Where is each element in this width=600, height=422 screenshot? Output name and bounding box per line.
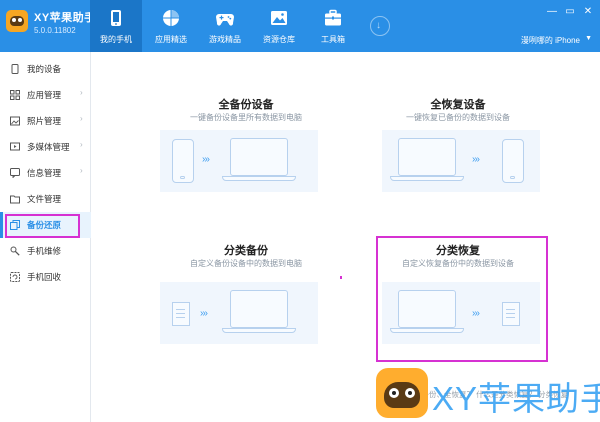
tab-my-phone[interactable]: 我的手机 bbox=[90, 0, 142, 52]
wrench-icon bbox=[10, 246, 20, 256]
sidebar-item-app-manage[interactable]: 应用管理 › bbox=[0, 82, 91, 108]
watermark-brand: XY苹果助手 bbox=[432, 380, 600, 417]
tab-label: 应用精选 bbox=[155, 35, 187, 44]
top-header: XY苹果助手 5.0.0.11802 我的手机 应用精选 游戏精品 资源仓库 工… bbox=[0, 0, 600, 52]
sidebar-item-label: 我的设备 bbox=[27, 64, 62, 74]
app-logo-icon bbox=[6, 10, 28, 32]
tab-game-picks[interactable]: 游戏精品 bbox=[199, 0, 251, 52]
sidebar-item-label: 应用管理 bbox=[27, 90, 62, 100]
sidebar-item-info-manage[interactable]: 信息管理 › bbox=[0, 160, 91, 186]
sidebar-item-phone-recycle[interactable]: 手机回收 bbox=[0, 264, 91, 290]
arrow-right-icon: ››› bbox=[200, 308, 208, 319]
highlight-box bbox=[376, 236, 548, 362]
backup-illustration: ››› bbox=[160, 130, 318, 192]
chevron-right-icon: › bbox=[80, 88, 83, 97]
sidebar-item-label: 照片管理 bbox=[27, 116, 62, 126]
tab-app-picks[interactable]: 应用精选 bbox=[145, 0, 197, 52]
watermark-logo-icon bbox=[376, 368, 428, 418]
sidebar-item-photo-manage[interactable]: 照片管理 › bbox=[0, 108, 91, 134]
laptop-icon bbox=[398, 138, 456, 176]
card-title: 全备份设备 bbox=[218, 99, 274, 111]
grid-icon bbox=[10, 90, 20, 100]
chevron-right-icon: › bbox=[80, 140, 83, 149]
sidebar-item-phone-repair[interactable]: 手机维修 bbox=[0, 238, 91, 264]
sidebar-item-file-manage[interactable]: 文件管理 bbox=[0, 186, 91, 212]
chevron-right-icon: › bbox=[80, 114, 83, 123]
chevron-right-icon: › bbox=[80, 166, 83, 175]
highlight-box bbox=[5, 214, 80, 238]
laptop-icon bbox=[230, 138, 288, 176]
phone-icon bbox=[502, 139, 524, 183]
gamepad-icon bbox=[216, 14, 234, 26]
sidebar-item-my-device[interactable]: 我的设备 bbox=[0, 56, 91, 82]
device-selector[interactable]: 漫咧哪的 iPhone bbox=[521, 35, 580, 46]
arrow-right-icon: ››› bbox=[472, 154, 480, 165]
restore-illustration: ››› bbox=[382, 130, 540, 192]
tab-label: 资源仓库 bbox=[263, 35, 295, 44]
sidebar-item-label: 文件管理 bbox=[27, 194, 62, 204]
sidebar-item-label: 手机维修 bbox=[27, 246, 62, 256]
card-title: 分类备份 bbox=[224, 245, 268, 257]
app-version: 5.0.0.11802 bbox=[34, 26, 76, 35]
marker-dot bbox=[340, 276, 342, 279]
card-desc: 一键备份设备里所有数据到电脑 bbox=[190, 113, 302, 122]
card-title: 全恢复设备 bbox=[430, 99, 486, 111]
photo-icon bbox=[10, 116, 20, 126]
category-backup-illustration: ››› bbox=[160, 282, 318, 344]
arrow-right-icon: ››› bbox=[202, 154, 210, 165]
sidebar-item-label: 信息管理 bbox=[27, 168, 62, 178]
media-icon bbox=[10, 142, 20, 151]
document-icon bbox=[172, 302, 190, 326]
card-desc: 一键恢复已备份的数据到设备 bbox=[406, 113, 510, 122]
folder-icon bbox=[10, 195, 20, 204]
phone-icon bbox=[172, 139, 194, 183]
phone-icon bbox=[111, 10, 121, 26]
backup-restore-panel: 全备份设备 一键备份设备里所有数据到电脑 ››› 全恢复设备 一键恢复已备份的数… bbox=[92, 52, 600, 422]
download-button[interactable]: ↓ bbox=[370, 16, 390, 36]
toolbox-icon bbox=[325, 9, 341, 26]
message-icon bbox=[10, 168, 20, 178]
tab-label: 我的手机 bbox=[100, 35, 132, 44]
arrow-down-icon: ↓ bbox=[376, 20, 381, 31]
recycle-icon bbox=[10, 272, 20, 282]
restore-button[interactable]: ▭ bbox=[564, 6, 576, 18]
sidebar-item-media-manage[interactable]: 多媒体管理 › bbox=[0, 134, 91, 160]
chevron-down-icon[interactable]: ▼ bbox=[585, 35, 592, 42]
tab-label: 游戏精品 bbox=[209, 35, 241, 44]
card-desc: 自定义备份设备中的数据到电脑 bbox=[190, 259, 302, 268]
sidebar-item-label: 多媒体管理 bbox=[27, 142, 70, 152]
tab-resources[interactable]: 资源仓库 bbox=[253, 0, 305, 52]
laptop-icon bbox=[230, 290, 288, 328]
tab-label: 工具箱 bbox=[321, 35, 345, 44]
minimize-button[interactable]: — bbox=[546, 6, 558, 18]
tab-toolbox[interactable]: 工具箱 bbox=[307, 0, 359, 52]
pie-chart-icon bbox=[163, 10, 179, 26]
phone-icon bbox=[11, 64, 19, 74]
app-title: XY苹果助手 bbox=[34, 12, 96, 24]
close-button[interactable]: ✕ bbox=[582, 6, 594, 18]
image-icon bbox=[271, 11, 287, 25]
sidebar-item-label: 手机回收 bbox=[27, 272, 62, 282]
